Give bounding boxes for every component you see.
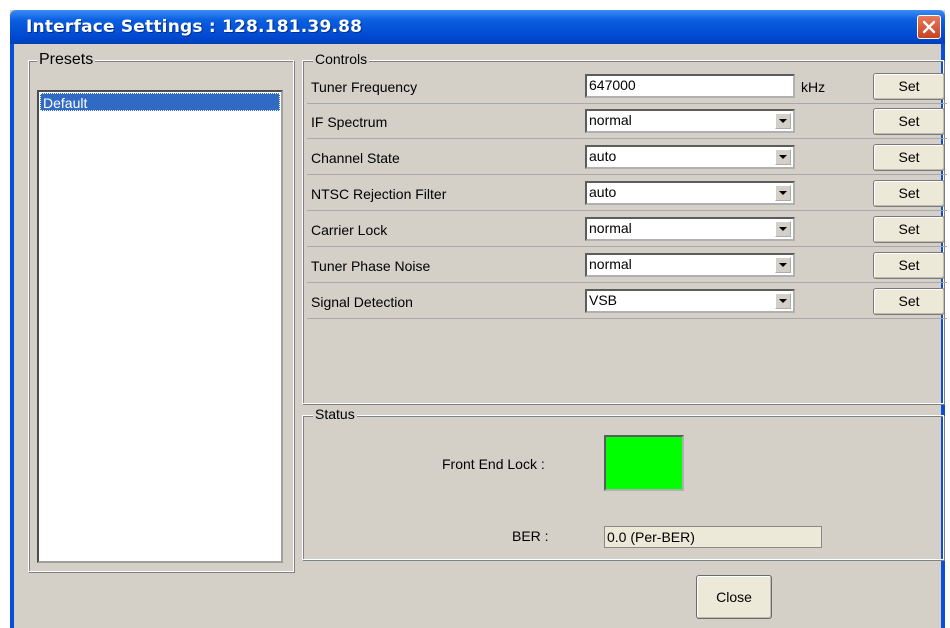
set-if-spectrum-button[interactable]: Set (873, 108, 945, 135)
tuner-phase-noise-label: Tuner Phase Noise (311, 258, 431, 274)
close-icon[interactable] (917, 15, 941, 39)
chevron-down-icon[interactable] (775, 149, 791, 165)
control-row-if-spectrum: IF Spectrum normal Set (307, 105, 947, 139)
if-spectrum-select[interactable]: normal (585, 109, 795, 133)
signal-detection-label: Signal Detection (311, 294, 413, 310)
preset-item-default[interactable]: Default (40, 93, 280, 111)
tuner-phase-noise-select[interactable]: normal (585, 253, 795, 277)
interface-settings-dialog: Interface Settings : 128.181.39.88 Prese… (10, 10, 947, 628)
front-end-lock-indicator (604, 435, 684, 491)
carrier-lock-label: Carrier Lock (311, 222, 388, 238)
ber-value-field: 0.0 (Per-BER) (604, 526, 822, 548)
tuner-frequency-label: Tuner Frequency (311, 79, 418, 95)
close-button[interactable]: Close (696, 575, 772, 619)
controls-legend: Controls (313, 51, 370, 67)
ntsc-rejection-filter-select[interactable]: auto (585, 181, 795, 205)
chevron-down-icon[interactable] (775, 293, 791, 309)
control-row-signal-detection: Signal Detection VSB Set (307, 285, 947, 319)
carrier-lock-select[interactable]: normal (585, 217, 795, 241)
control-row-channel-state: Channel State auto Set (307, 141, 947, 175)
signal-detection-value: VSB (589, 292, 618, 308)
window-title: Interface Settings : 128.181.39.88 (26, 17, 363, 37)
set-tuner-frequency-button[interactable]: Set (873, 73, 945, 100)
ber-label: BER : (512, 528, 549, 544)
channel-state-label: Channel State (311, 150, 400, 166)
set-channel-state-button[interactable]: Set (873, 144, 945, 171)
carrier-lock-value: normal (589, 220, 632, 236)
tuner-frequency-input[interactable]: 647000 (585, 74, 795, 98)
control-row-tuner-frequency: Tuner Frequency 647000 kHz Set (307, 70, 947, 104)
close-x-glyph (922, 20, 936, 34)
tuner-phase-noise-value: normal (589, 256, 632, 272)
set-ntsc-rejection-filter-button[interactable]: Set (873, 180, 945, 207)
presets-legend: Presets (37, 51, 96, 69)
chevron-down-icon[interactable] (775, 185, 791, 201)
chevron-down-icon[interactable] (775, 257, 791, 273)
ntsc-rejection-filter-label: NTSC Rejection Filter (311, 186, 447, 202)
control-row-tuner-phase-noise: Tuner Phase Noise normal Set (307, 249, 947, 283)
tuner-frequency-unit: kHz (801, 79, 826, 95)
channel-state-value: auto (589, 148, 617, 164)
chevron-down-icon[interactable] (775, 113, 791, 129)
presets-list[interactable]: Default (37, 90, 283, 563)
ntsc-rejection-filter-value: auto (589, 184, 617, 200)
control-row-ntsc-rejection-filter: NTSC Rejection Filter auto Set (307, 177, 947, 211)
status-legend: Status (313, 406, 357, 422)
if-spectrum-label: IF Spectrum (311, 114, 388, 130)
window-frame-left (10, 44, 14, 628)
front-end-lock-label: Front End Lock : (442, 456, 545, 472)
set-carrier-lock-button[interactable]: Set (873, 216, 945, 243)
set-tuner-phase-noise-button[interactable]: Set (873, 252, 945, 279)
chevron-down-icon[interactable] (775, 221, 791, 237)
signal-detection-select[interactable]: VSB (585, 289, 795, 313)
if-spectrum-value: normal (589, 112, 632, 128)
channel-state-select[interactable]: auto (585, 145, 795, 169)
set-signal-detection-button[interactable]: Set (873, 288, 945, 315)
control-row-carrier-lock: Carrier Lock normal Set (307, 213, 947, 247)
title-bar[interactable]: Interface Settings : 128.181.39.88 (10, 10, 945, 44)
